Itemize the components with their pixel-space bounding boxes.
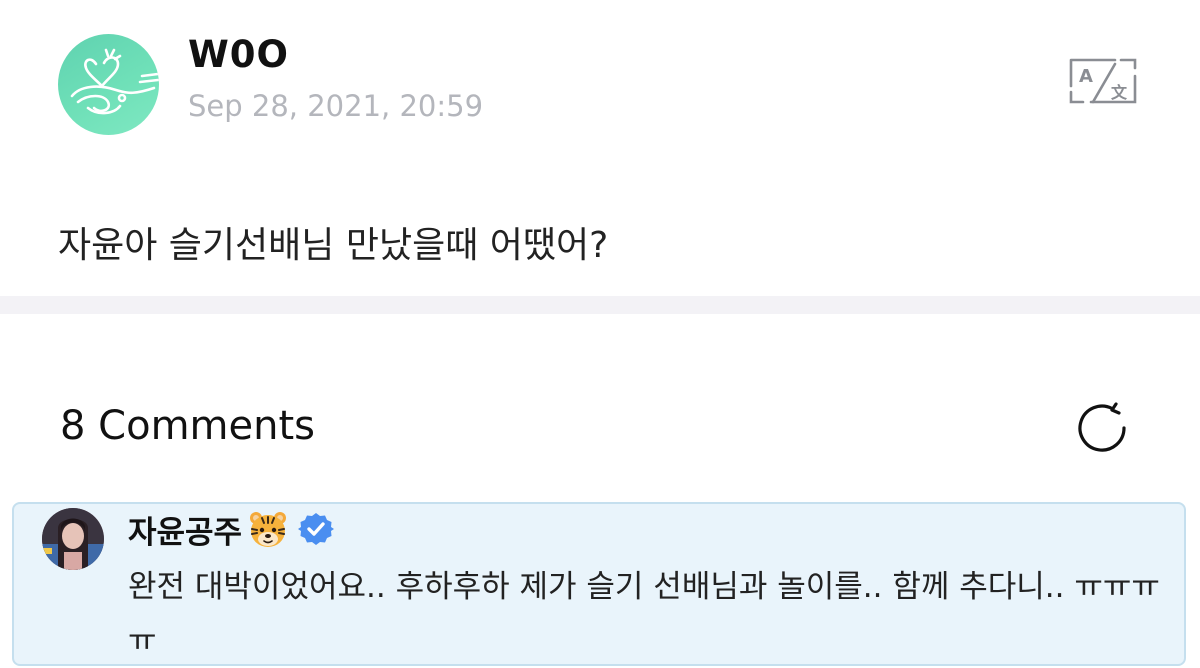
- refresh-icon: [1078, 402, 1126, 452]
- comments-count-heading: 8 Comments: [60, 403, 315, 449]
- refresh-comments-button[interactable]: [1072, 400, 1132, 456]
- author-name[interactable]: W0O: [188, 33, 289, 76]
- verified-badge-icon: [298, 511, 335, 547]
- comment-author-row: 자윤공주: [128, 507, 335, 552]
- comment-text: 완전 대박이었어요.. 후하후하 제가 슬기 선배님과 놀이를.. 함께 추다니…: [128, 569, 1160, 659]
- svg-text:文: 文: [1111, 83, 1128, 102]
- commenter-photo-icon: [42, 508, 104, 570]
- comment-author-name[interactable]: 자윤공주: [128, 507, 242, 552]
- section-divider: [0, 296, 1200, 314]
- post-header: W0O Sep 28, 2021, 20:59 A 文: [0, 0, 1200, 150]
- heart-sketch-logo-icon: [70, 48, 159, 115]
- post-body: 자윤아 슬기선배님 만났을때 어땠어?: [58, 225, 609, 266]
- tiger-face-icon: [248, 509, 288, 549]
- post-timestamp: Sep 28, 2021, 20:59: [188, 89, 484, 123]
- svg-text:A: A: [1079, 66, 1093, 87]
- comment-item[interactable]: 자윤공주 완전 대박이었어요.. 후하후하 제가 슬기 선배님과 놀이를.. 함…: [12, 502, 1186, 666]
- commenter-avatar[interactable]: [42, 508, 104, 570]
- author-avatar[interactable]: [58, 34, 159, 135]
- translate-button[interactable]: A 文: [1067, 56, 1139, 106]
- translate-icon: A 文: [1069, 58, 1137, 104]
